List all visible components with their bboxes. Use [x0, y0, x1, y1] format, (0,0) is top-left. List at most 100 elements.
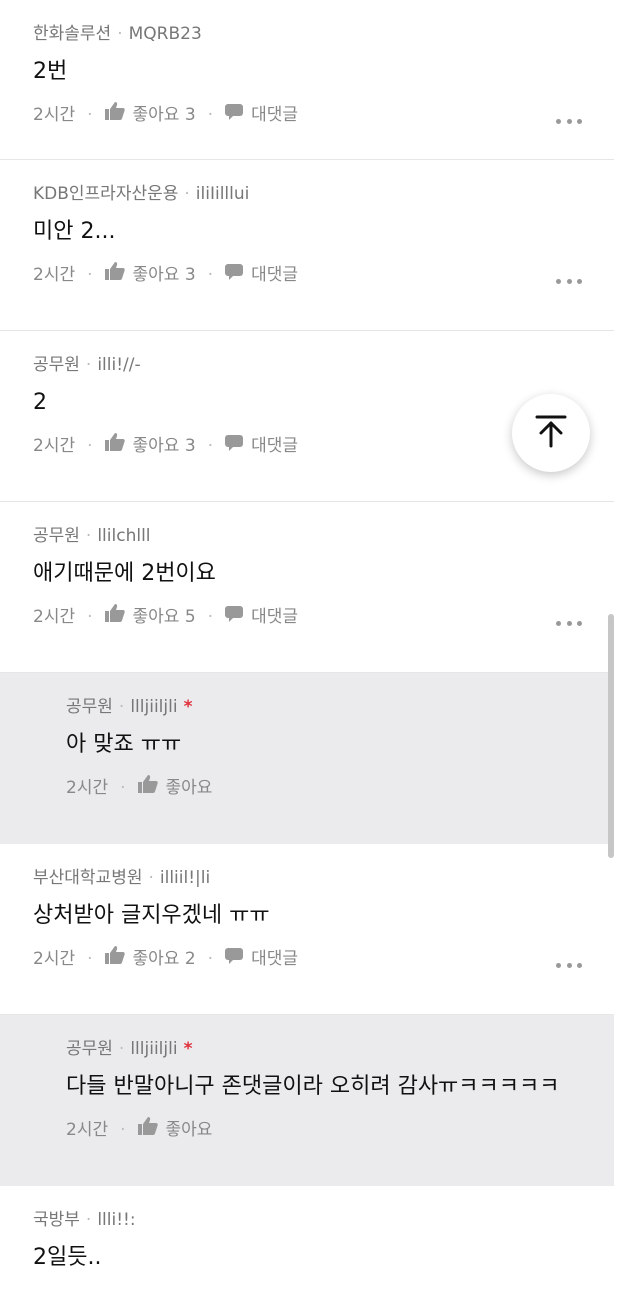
like-button[interactable]: 좋아요 2 — [104, 944, 196, 974]
comment-text: 미안 2... — [33, 219, 116, 244]
comment-actions: 2시간 · 좋아요 3 · 대댓글 — [33, 260, 614, 290]
reply-label: 대댓글 — [251, 949, 298, 969]
author-company[interactable]: 한화솔루션 — [33, 24, 111, 44]
more-dots-icon[interactable] — [556, 119, 582, 125]
more-dots-icon[interactable] — [556, 963, 582, 969]
comment-time: 2시간 — [33, 265, 76, 285]
like-count: 3 — [184, 436, 196, 456]
reply-label: 대댓글 — [251, 607, 298, 627]
comment-time: 2시간 — [66, 778, 109, 798]
speech-bubble-icon — [225, 264, 244, 280]
author-nickname[interactable]: iliIilllui — [196, 184, 250, 204]
action-separator: · — [207, 436, 214, 456]
meta-separator: · — [148, 868, 154, 888]
comment-actions: 2시간 · 좋아요 5 · 대댓글 — [33, 602, 614, 632]
thumbs-up-icon — [104, 102, 125, 120]
comment: KDB인프라자산운용 · iliIilllui 미안 2... 2시간 · 좋아요 … — [0, 160, 614, 331]
thumbs-up-icon — [137, 1117, 158, 1135]
reply-label: 대댓글 — [251, 105, 298, 125]
comment-text: 2번 — [33, 59, 68, 84]
comment-meta: 공무원 · llljiiljli * — [66, 695, 614, 719]
meta-separator: · — [117, 24, 123, 44]
speech-bubble-icon — [225, 435, 244, 451]
author-nickname[interactable]: MQRB23 — [129, 24, 202, 44]
comment-text: 아 맞죠 ㅠㅠ — [66, 732, 182, 757]
more-dots-icon[interactable] — [556, 621, 582, 627]
reply-label: 대댓글 — [251, 265, 298, 285]
reply-button[interactable]: 대댓글 — [225, 431, 298, 461]
meta-separator: · — [85, 526, 92, 546]
meta-separator: · — [118, 1039, 125, 1059]
author-nickname[interactable]: llljiiljli — [130, 697, 177, 717]
author-nickname[interactable]: llljiiljli — [130, 1039, 177, 1059]
meta-separator: · — [85, 355, 92, 375]
like-button[interactable]: 좋아요 3 — [104, 260, 196, 290]
author-company[interactable]: KDB인프라자산운용 — [33, 184, 178, 204]
like-button[interactable]: 좋아요 3 — [104, 431, 196, 461]
comment: 부산대학교병원 · illiil!|li 상처받아 글지우겠네 ㅠㅠ 2시간 · 좋… — [0, 844, 614, 1015]
thumbs-up-icon — [104, 262, 125, 280]
scrollbar-thumb[interactable] — [608, 614, 614, 858]
author-marker: * — [183, 697, 193, 717]
comment-time: 2시간 — [33, 949, 76, 969]
meta-separator: · — [118, 697, 125, 717]
action-separator: · — [87, 949, 93, 969]
author-company[interactable]: 공무원 — [66, 697, 113, 717]
action-separator: · — [87, 265, 93, 285]
like-count: 3 — [184, 105, 196, 125]
reply-label: 대댓글 — [251, 436, 298, 456]
like-label: 좋아요 — [132, 265, 180, 285]
author-company[interactable]: 공무원 — [66, 1039, 113, 1059]
like-label: 좋아요 — [132, 607, 180, 627]
thumbs-up-icon — [104, 433, 125, 451]
like-label: 좋아요 — [165, 778, 213, 798]
comment: 국방부 · llli!!: 2일듯.. — [0, 1186, 614, 1290]
comment-actions: 2시간 · 좋아요 — [66, 1115, 614, 1145]
more-dots-icon[interactable] — [556, 279, 582, 285]
comment-time: 2시간 — [33, 607, 76, 627]
scroll-to-top-button[interactable] — [512, 394, 590, 472]
action-separator: · — [207, 265, 214, 285]
author-nickname[interactable]: llli!!: — [97, 1210, 135, 1230]
reply-comment: 공무원 · llljiiljli * 다들 반말아니구 존댓글이라 오히려 감사ㅠㅋㅋ… — [0, 1015, 614, 1186]
author-company[interactable]: 공무원 — [33, 355, 80, 375]
comment-meta: KDB인프라자산운용 · iliIilllui — [33, 182, 614, 206]
action-separator: · — [87, 436, 93, 456]
reply-comment: 공무원 · llljiiljli * 아 맞죠 ㅠㅠ 2시간 · 좋아요 — [0, 673, 614, 844]
comment-text: 2일듯.. — [33, 1245, 102, 1270]
like-count: 2 — [184, 949, 196, 969]
like-label: 좋아요 — [132, 949, 180, 969]
author-company[interactable]: 부산대학교병원 — [33, 868, 142, 888]
author-nickname[interactable]: illiil!|li — [160, 868, 210, 888]
author-nickname[interactable]: illi!//- — [97, 355, 140, 375]
author-nickname[interactable]: llilchlll — [97, 526, 150, 546]
like-label: 좋아요 — [165, 1120, 213, 1140]
reply-button[interactable]: 대댓글 — [225, 260, 298, 290]
thumbs-up-icon — [104, 946, 125, 964]
like-button[interactable]: 좋아요 — [137, 1115, 213, 1145]
comment-time: 2시간 — [66, 1120, 109, 1140]
like-button[interactable]: 좋아요 — [137, 773, 213, 803]
like-count: 3 — [184, 265, 196, 285]
comment: 한화솔루션 · MQRB23 2번 2시간 · 좋아요 3 · 대댓글 — [0, 0, 614, 160]
comment-time: 2시간 — [33, 105, 76, 125]
comment-actions: 2시간 · 좋아요 3 · 대댓글 — [33, 100, 614, 130]
author-company[interactable]: 국방부 — [33, 1210, 80, 1230]
reply-button[interactable]: 대댓글 — [225, 602, 298, 632]
author-company[interactable]: 공무원 — [33, 526, 80, 546]
speech-bubble-icon — [225, 948, 244, 964]
action-separator: · — [207, 607, 214, 627]
comment-meta: 한화솔루션 · MQRB23 — [33, 22, 614, 46]
reply-button[interactable]: 대댓글 — [225, 944, 298, 974]
reply-button[interactable]: 대댓글 — [225, 100, 298, 130]
comment-meta: 공무원 · illi!//- — [33, 353, 614, 377]
meta-separator: · — [184, 184, 190, 204]
like-button[interactable]: 좋아요 3 — [104, 100, 196, 130]
action-separator: · — [120, 1120, 126, 1140]
comment-text: 다들 반말아니구 존댓글이라 오히려 감사ㅠㅋㅋㅋㅋㅋ — [66, 1074, 560, 1099]
thumbs-up-icon — [104, 604, 125, 622]
action-separator: · — [207, 105, 214, 125]
author-marker: * — [183, 1039, 193, 1059]
like-count: 5 — [184, 607, 196, 627]
like-button[interactable]: 좋아요 5 — [104, 602, 196, 632]
